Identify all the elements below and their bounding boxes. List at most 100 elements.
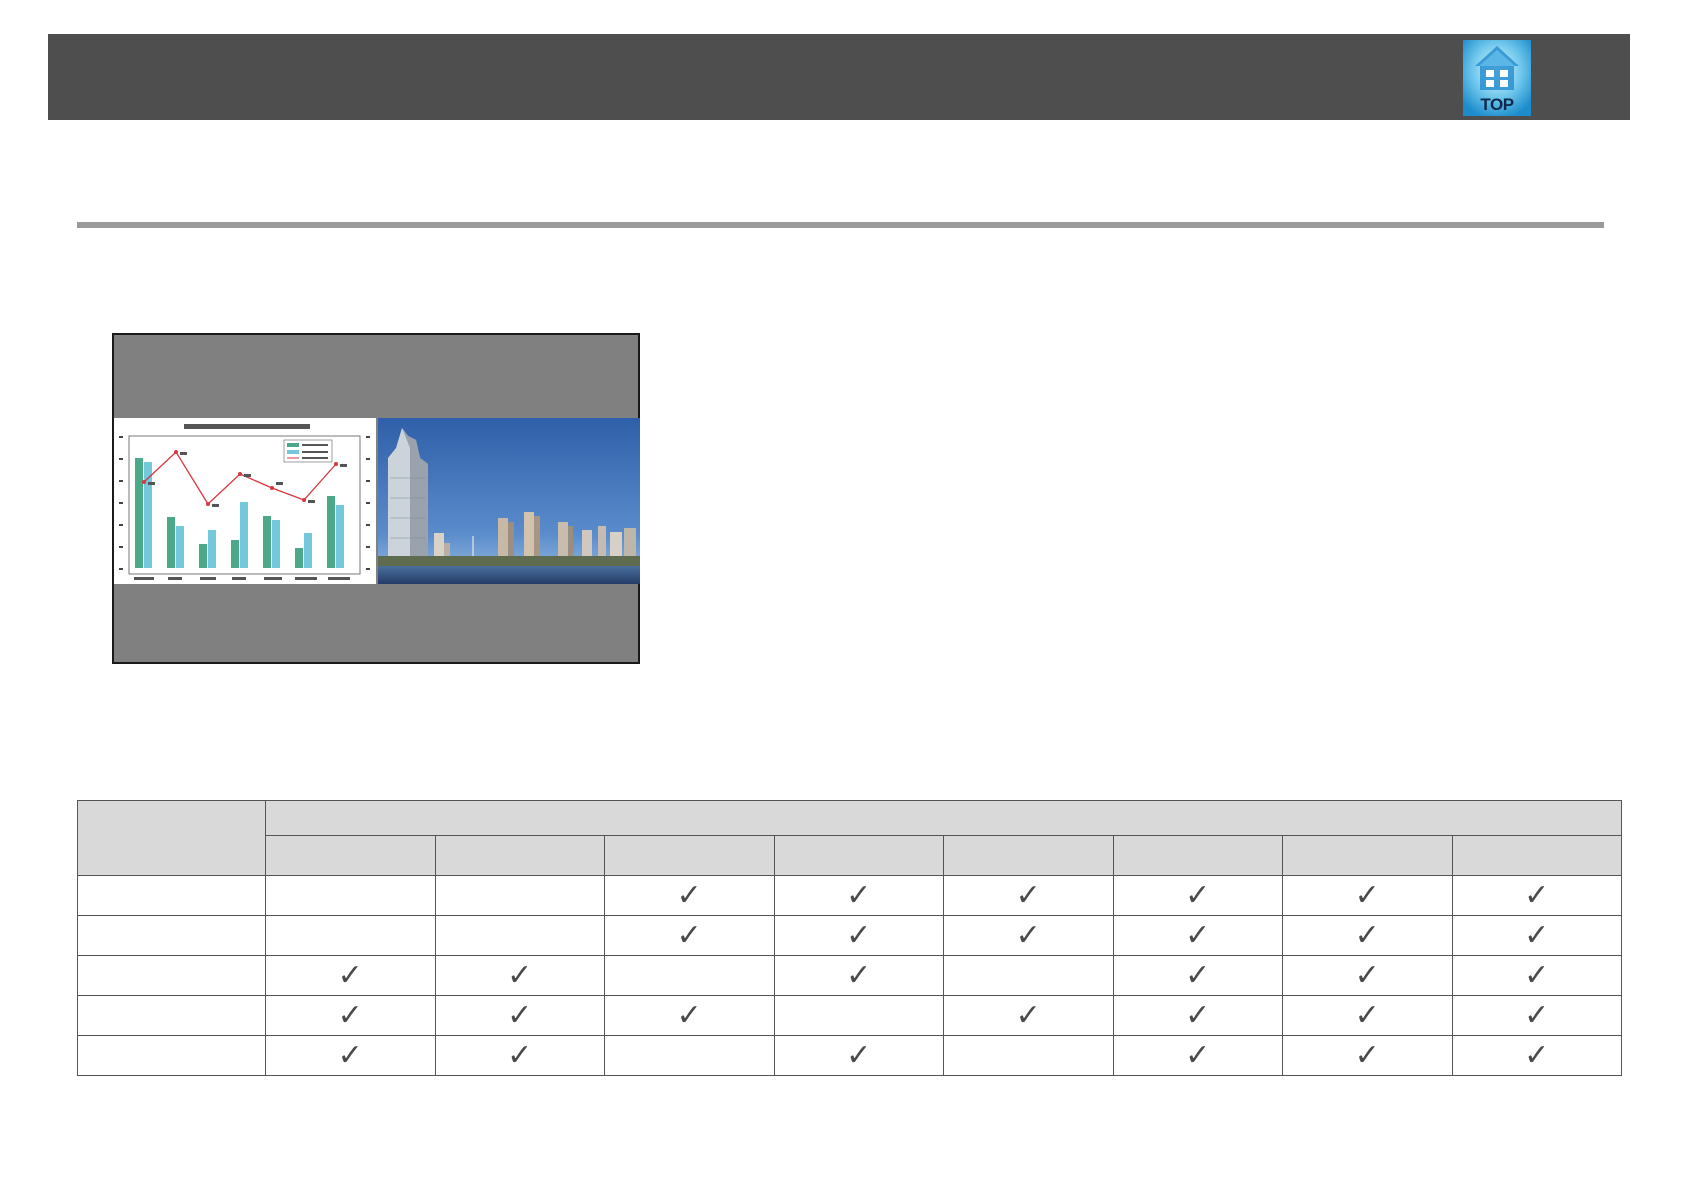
checkmark-icon: ✓ (1185, 997, 1211, 1033)
checkmark-icon: ✓ (846, 957, 872, 993)
support-cell (943, 1035, 1114, 1076)
checkmark-icon: ✓ (676, 877, 702, 913)
support-cell: ✓ (604, 915, 775, 956)
support-cell: ✓ (1112, 915, 1283, 956)
support-cell: ✓ (1112, 875, 1283, 916)
support-cell: ✓ (265, 1035, 436, 1076)
checkmark-icon: ✓ (676, 997, 702, 1033)
right-subscreen-city-photo (378, 418, 640, 584)
checkmark-icon: ✓ (1524, 997, 1550, 1033)
support-cell (434, 915, 605, 956)
checkmark-icon: ✓ (507, 997, 533, 1033)
table-row: ✓ ✓ ✓ ✓ ✓ ✓ (77, 1035, 1622, 1076)
support-cell (265, 915, 436, 956)
support-cell (604, 955, 775, 996)
support-table-body: ✓ ✓ ✓ ✓ ✓ ✓ ✓ ✓ ✓ ✓ ✓ ✓ ✓ ✓ ✓ ✓ ✓ ✓ ✓ ✓ ✓ ✓ ✓ ✓ ✓ ✓ ✓ ✓ ✓ ✓ ✓ (77, 875, 1622, 1076)
support-cell: ✓ (1112, 995, 1283, 1036)
support-cell (604, 1035, 775, 1076)
table-header-cell (434, 835, 605, 876)
support-cell: ✓ (1282, 955, 1453, 996)
checkmark-icon: ✓ (1354, 917, 1380, 953)
support-cell: ✓ (604, 995, 775, 1036)
table-header-cell (1451, 835, 1622, 876)
checkmark-icon: ✓ (1015, 877, 1041, 913)
checkmark-icon: ✓ (337, 1037, 363, 1073)
table-header-cell (943, 835, 1114, 876)
support-cell (434, 875, 605, 916)
support-cell: ✓ (1112, 1035, 1283, 1076)
support-cell: ✓ (943, 995, 1114, 1036)
checkmark-icon: ✓ (1354, 1037, 1380, 1073)
support-cell: ✓ (1451, 915, 1622, 956)
checkmark-icon: ✓ (676, 917, 702, 953)
table-header-cell (265, 835, 436, 876)
support-cell: ✓ (773, 875, 944, 916)
support-cell: ✓ (1451, 955, 1622, 996)
table-header-group (265, 800, 1622, 836)
checkmark-icon: ✓ (846, 917, 872, 953)
table-row: ✓ ✓ ✓ ✓ ✓ ✓ (77, 915, 1622, 956)
checkmark-icon: ✓ (1524, 877, 1550, 913)
support-cell (773, 995, 944, 1036)
checkmark-icon: ✓ (1354, 877, 1380, 913)
checkmark-icon: ✓ (1015, 917, 1041, 953)
checkmark-icon: ✓ (1524, 1037, 1550, 1073)
support-cell: ✓ (434, 1035, 605, 1076)
row-label-cell (77, 955, 266, 996)
checkmark-icon: ✓ (846, 1037, 872, 1073)
checkmark-icon: ✓ (337, 957, 363, 993)
support-cell: ✓ (1282, 995, 1453, 1036)
row-label-cell (77, 1035, 266, 1076)
checkmark-icon: ✓ (507, 1037, 533, 1073)
section-divider (77, 222, 1604, 228)
support-cell: ✓ (434, 995, 605, 1036)
support-cell: ✓ (773, 915, 944, 956)
checkmark-icon: ✓ (337, 997, 363, 1033)
table-header-cell (773, 835, 944, 876)
support-cell: ✓ (773, 955, 944, 996)
table-header-corner (77, 800, 266, 876)
support-cell: ✓ (265, 995, 436, 1036)
support-cell: ✓ (1451, 1035, 1622, 1076)
support-cell: ✓ (943, 915, 1114, 956)
checkmark-icon: ✓ (1524, 917, 1550, 953)
checkmark-icon: ✓ (1354, 957, 1380, 993)
checkmark-icon: ✓ (1185, 917, 1211, 953)
table-row: ✓ ✓ ✓ ✓ ✓ ✓ (77, 875, 1622, 916)
table-header-cell (1282, 835, 1453, 876)
row-label-cell (77, 915, 266, 956)
checkmark-icon: ✓ (1015, 997, 1041, 1033)
support-cell: ✓ (604, 875, 775, 916)
table-header-cell (604, 835, 775, 876)
support-cell: ✓ (943, 875, 1114, 916)
support-cell: ✓ (1282, 1035, 1453, 1076)
bar-line-chart-thumbnail (119, 424, 370, 580)
table-row: ✓ ✓ ✓ ✓ ✓ ✓ (77, 955, 1622, 996)
support-cell: ✓ (1282, 915, 1453, 956)
table-header-cell (1112, 835, 1283, 876)
support-cell: ✓ (773, 1035, 944, 1076)
support-cell: ✓ (1451, 995, 1622, 1036)
city-skyline-photo (378, 418, 640, 584)
support-cell: ✓ (1451, 875, 1622, 916)
support-cell: ✓ (265, 955, 436, 996)
row-label-cell (77, 875, 266, 916)
support-cell (265, 875, 436, 916)
table-row: ✓ ✓ ✓ ✓ ✓ ✓ ✓ (77, 995, 1622, 1036)
support-cell (943, 955, 1114, 996)
row-label-cell (77, 995, 266, 1036)
support-cell: ✓ (434, 955, 605, 996)
support-cell: ✓ (1112, 955, 1283, 996)
support-cell: ✓ (1282, 875, 1453, 916)
top-button[interactable]: TOP (1463, 40, 1531, 116)
left-subscreen-chart-image (114, 418, 376, 584)
checkmark-icon: ✓ (1185, 1037, 1211, 1073)
checkmark-icon: ✓ (1185, 957, 1211, 993)
checkmark-icon: ✓ (846, 877, 872, 913)
split-screen-illustration (112, 333, 640, 664)
header-bar (48, 34, 1630, 120)
checkmark-icon: ✓ (1524, 957, 1550, 993)
checkmark-icon: ✓ (1185, 877, 1211, 913)
checkmark-icon: ✓ (1354, 997, 1380, 1033)
top-button-label: TOP (1480, 95, 1514, 114)
